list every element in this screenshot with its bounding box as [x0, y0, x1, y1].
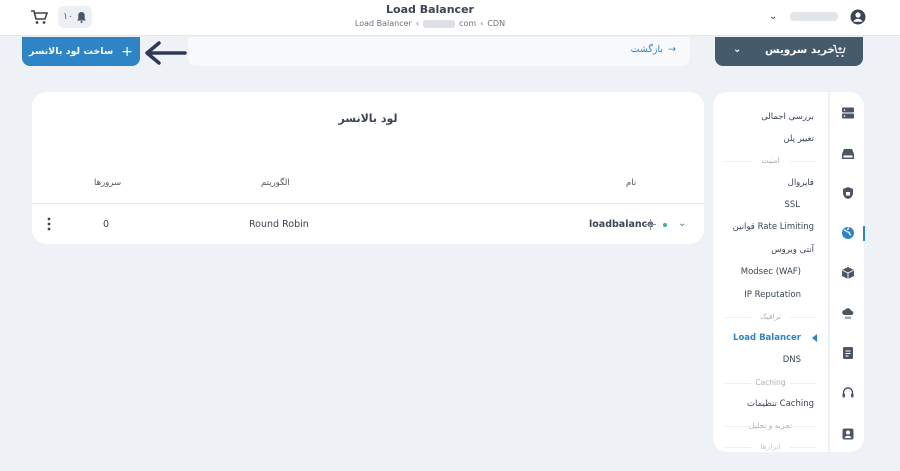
sidebar-item-overview[interactable]: بررسی اجمالی — [761, 112, 814, 122]
create-load-balancer-button[interactable]: ساخت لود بالانسر + — [22, 37, 140, 66]
sidebar-item-ssl[interactable]: SSL — [784, 200, 800, 210]
page-header: Load Balancer Load Balancer ‹ com ‹ CDN — [300, 3, 560, 28]
more-vertical-icon[interactable] — [46, 217, 52, 231]
card-title: لود بالانسر — [338, 112, 398, 125]
document-icon[interactable] — [841, 346, 855, 360]
sidebar-item-antivirus[interactable]: آنتی ویروس — [771, 245, 814, 255]
sidebar-item-dns[interactable]: DNS — [783, 355, 801, 365]
buy-service-button[interactable]: ⌄ خرید سرویس — [715, 37, 863, 66]
server-icon[interactable] — [841, 106, 855, 120]
create-load-balancer-label: ساخت لود بالانسر — [29, 46, 114, 57]
chevron-down-icon[interactable]: ⌄ — [678, 218, 686, 229]
user-avatar-icon[interactable] — [850, 9, 866, 25]
redacted-username[interactable] — [790, 12, 838, 21]
column-header-name: نام — [626, 178, 637, 188]
active-rail-indicator — [863, 226, 865, 241]
cart-icon[interactable] — [30, 9, 48, 25]
arrow-left-annotation-icon — [145, 41, 187, 65]
sidebar-section-caching: Caching — [725, 378, 816, 387]
chevron-left-icon: ‹ — [480, 19, 484, 28]
sidebar-item-rate-limiting[interactable]: قوانین Rate Limiting — [733, 222, 814, 232]
sidebar-item-caching-settings[interactable]: تنظیمات Caching — [747, 399, 814, 409]
buy-service-label: خرید سرویس — [765, 44, 835, 56]
column-header-algorithm: الگوریتم — [261, 178, 290, 188]
sidebar-menu: بررسی اجمالی تغییر پلن امنیت فایروال SSL… — [713, 92, 828, 452]
chevron-down-icon[interactable]: ⌄ — [769, 11, 777, 22]
load-balancer-card: لود بالانسر نام الگوریتم سرورها 0 Round … — [32, 92, 704, 244]
chevron-down-icon: ⌄ — [733, 44, 742, 55]
back-link-label: بازگشت — [630, 44, 664, 55]
sidebar-section-analytics: تجزیه و تحلیل — [725, 421, 816, 430]
notification-count: ۱۰ — [63, 12, 73, 22]
sidebar-section-tools: ابزارها — [725, 442, 816, 451]
top-bar: ۱۰ Load Balancer Load Balancer ‹ com ‹ C… — [0, 0, 900, 36]
status-dot — [663, 223, 667, 227]
user-account-icon[interactable] — [841, 427, 855, 441]
globe-icon[interactable] — [841, 226, 855, 240]
headset-icon[interactable] — [841, 386, 855, 400]
load-balancer-icon — [645, 219, 656, 230]
row-algorithm: Round Robin — [249, 219, 309, 230]
active-indicator-icon — [812, 334, 817, 342]
row-servers: 0 — [103, 219, 110, 230]
column-header-servers: سرورها — [94, 178, 122, 188]
table-divider — [32, 203, 704, 204]
sidebar-item-firewall[interactable]: فایروال — [788, 178, 814, 188]
hosting-icon[interactable] — [841, 147, 855, 161]
plus-icon: + — [121, 43, 133, 60]
arrow-right-icon: → — [668, 44, 676, 55]
lock-icon[interactable] — [841, 186, 855, 200]
breadcrumb-domain[interactable]: com — [459, 19, 476, 28]
bell-icon — [76, 12, 86, 23]
sidebar-section-traffic: ترافیک — [725, 312, 816, 321]
notification-button[interactable]: ۱۰ — [58, 6, 92, 28]
icon-rail — [829, 92, 865, 452]
chevron-left-icon: ‹ — [415, 19, 420, 28]
cloud-icon[interactable] — [841, 306, 855, 320]
redacted-domain — [423, 19, 456, 28]
cart-plus-icon — [833, 44, 846, 57]
sidebar-section-security: امنیت — [725, 156, 816, 165]
sidebar-item-waf[interactable]: Modsec (WAF) — [741, 267, 801, 277]
sidebar-item-change-plan[interactable]: تغییر پلن — [783, 134, 814, 144]
breadcrumb-current[interactable]: Load Balancer — [355, 19, 412, 28]
breadcrumb: Load Balancer ‹ com ‹ CDN — [300, 19, 560, 28]
sidebar-item-load-balancer[interactable]: Load Balancer — [733, 333, 801, 343]
cube-icon[interactable] — [841, 266, 855, 280]
sidebar-item-ip-reputation[interactable]: IP Reputation — [744, 290, 801, 300]
back-link[interactable]: بازگشت → — [631, 44, 676, 55]
back-bar: بازگشت → — [188, 37, 690, 66]
page-title: Load Balancer — [386, 3, 474, 16]
breadcrumb-cdn[interactable]: CDN — [487, 19, 505, 28]
